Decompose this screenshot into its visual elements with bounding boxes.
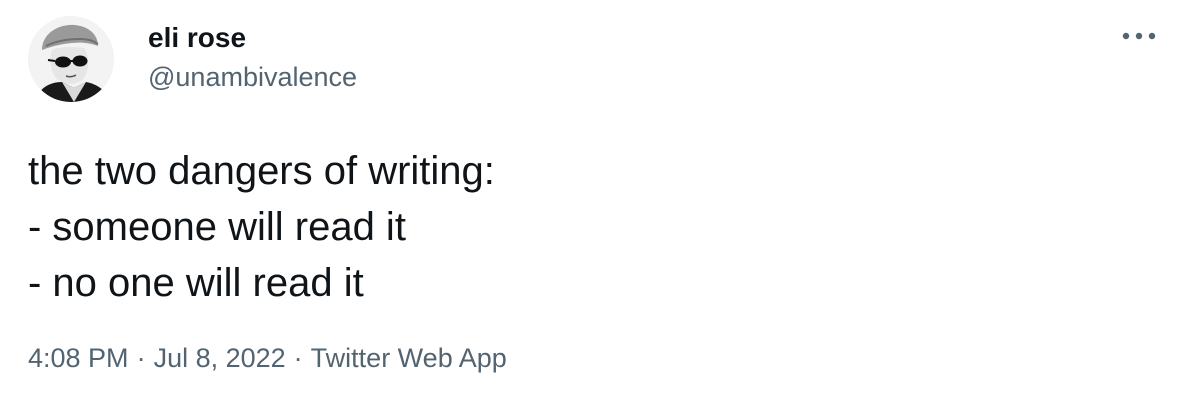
display-name[interactable]: eli rose (148, 22, 246, 54)
separator-dot: · (136, 343, 146, 373)
avatar[interactable] (28, 16, 114, 102)
tweet-card: eli rose @unambivalence the two dangers … (0, 0, 1180, 402)
tweet-text-line: - someone will read it (28, 205, 406, 249)
more-options-button[interactable] (1118, 24, 1160, 48)
tweet-date: Jul 8, 2022 (153, 343, 286, 373)
more-horizontal-icon (1122, 32, 1156, 40)
profile-photo-icon (28, 16, 114, 102)
separator-dot: · (293, 343, 303, 373)
tweet-text: the two dangers of writing: - someone wi… (28, 143, 1128, 311)
tweet-source-link[interactable]: Twitter Web App (311, 343, 507, 373)
user-handle[interactable]: @unambivalence (148, 61, 357, 93)
tweet-time: 4:08 PM (28, 343, 129, 373)
tweet-metadata: 4:08 PM · Jul 8, 2022 · Twitter Web App (28, 340, 507, 376)
tweet-text-line: the two dangers of writing: (28, 149, 495, 193)
tweet-timestamp-link[interactable]: 4:08 PM · Jul 8, 2022 (28, 343, 286, 373)
tweet-text-line: - no one will read it (28, 261, 364, 305)
